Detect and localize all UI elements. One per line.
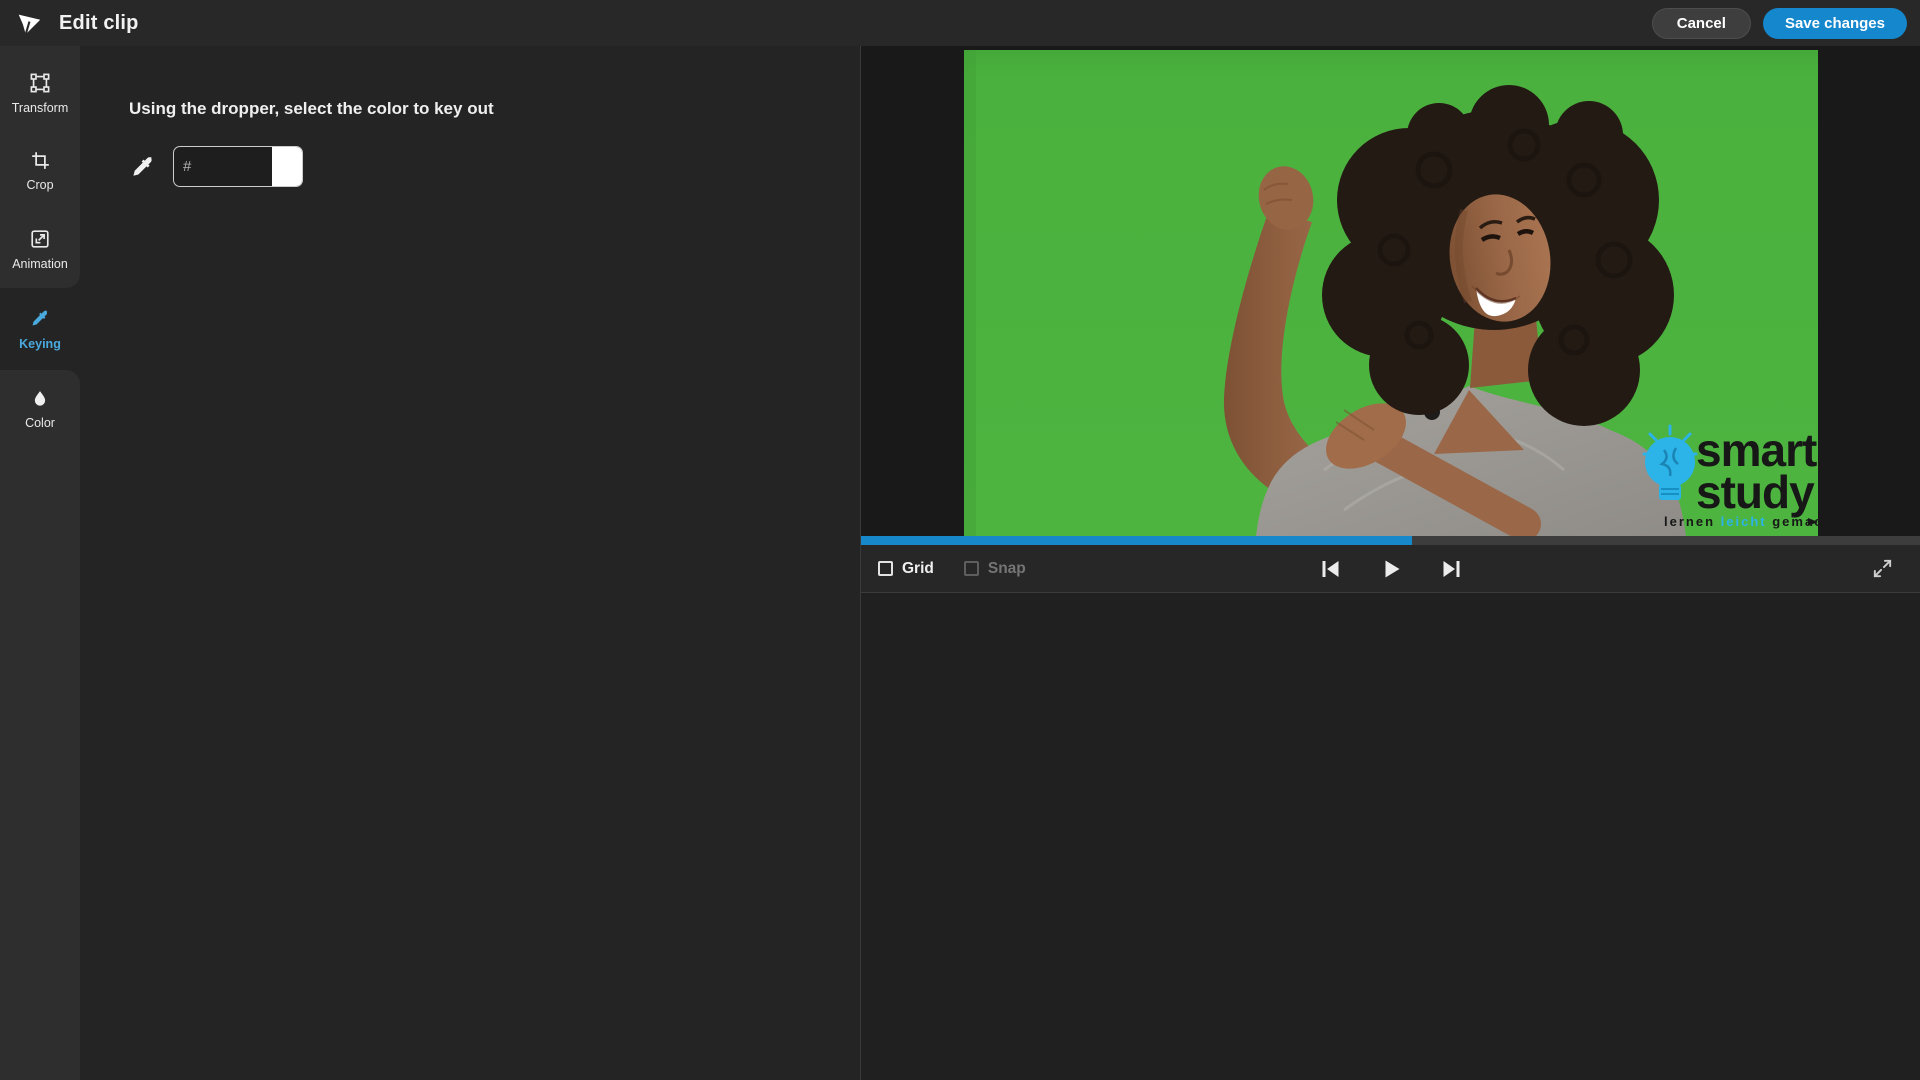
grid-label: Grid — [902, 560, 934, 578]
app-logo-icon — [14, 8, 44, 38]
smart-study-logo: smart study lernen leicht gemacht — [1644, 424, 1818, 529]
droplet-icon — [30, 389, 50, 409]
cancel-button[interactable]: Cancel — [1652, 8, 1751, 39]
keying-instruction: Using the dropper, select the color to k… — [129, 99, 860, 119]
dropper-tool-button[interactable] — [129, 150, 156, 183]
sidebar-item-label: Transform — [12, 101, 69, 115]
playback-controls-bar: Grid Snap — [861, 545, 1920, 592]
svg-text:study: study — [1696, 466, 1815, 518]
key-color-input[interactable] — [174, 147, 270, 186]
playback-progress-bar[interactable] — [861, 536, 1920, 545]
sidebar-item-transform[interactable]: Transform — [0, 54, 80, 132]
grid-checkbox[interactable] — [878, 561, 893, 576]
page-title: Edit clip — [59, 12, 139, 35]
sidebar: Transform Crop Animation — [0, 46, 80, 1080]
snap-label: Snap — [988, 560, 1026, 578]
fullscreen-expand-icon[interactable] — [1871, 557, 1894, 580]
animation-icon — [29, 228, 51, 250]
snap-checkbox[interactable] — [964, 561, 979, 576]
sidebar-item-label: Color — [25, 416, 55, 430]
save-changes-button[interactable]: Save changes — [1763, 8, 1907, 39]
progress-fill — [861, 536, 1412, 545]
crop-icon — [30, 150, 51, 171]
skip-to-end-button[interactable] — [1440, 557, 1464, 581]
sidebar-item-color[interactable]: Color — [0, 370, 80, 448]
video-preview[interactable]: smart study lernen leicht gemacht — [964, 50, 1818, 536]
skip-to-start-button[interactable] — [1318, 557, 1342, 581]
sidebar-item-animation[interactable]: Animation — [0, 210, 80, 288]
sidebar-item-label: Animation — [12, 257, 68, 271]
sidebar-item-label: Keying — [19, 337, 61, 351]
timeline-area — [861, 592, 1920, 1080]
sidebar-bottom-group: Color — [0, 370, 80, 1080]
eyedropper-icon — [29, 308, 51, 330]
transform-icon — [29, 72, 51, 94]
top-bar: Edit clip Cancel Save changes — [0, 0, 1920, 46]
transport-controls — [1318, 545, 1464, 592]
sidebar-item-keying[interactable]: Keying — [0, 288, 80, 370]
sidebar-top-group: Transform Crop Animation — [0, 46, 80, 288]
preview-pane: smart study lernen leicht gemacht — [861, 46, 1920, 1080]
key-color-swatch[interactable] — [272, 147, 302, 186]
svg-text:lernen leicht: lernen leicht gemacht — [1664, 514, 1818, 529]
keying-panel: Using the dropper, select the color to k… — [80, 46, 861, 1080]
sidebar-item-label: Crop — [26, 178, 53, 192]
key-color-field — [173, 146, 303, 187]
play-button[interactable] — [1379, 557, 1403, 581]
grid-toggle[interactable]: Grid — [878, 560, 934, 578]
sidebar-item-crop[interactable]: Crop — [0, 132, 80, 210]
snap-toggle[interactable]: Snap — [964, 560, 1026, 578]
video-stage: smart study lernen leicht gemacht — [861, 46, 1920, 536]
